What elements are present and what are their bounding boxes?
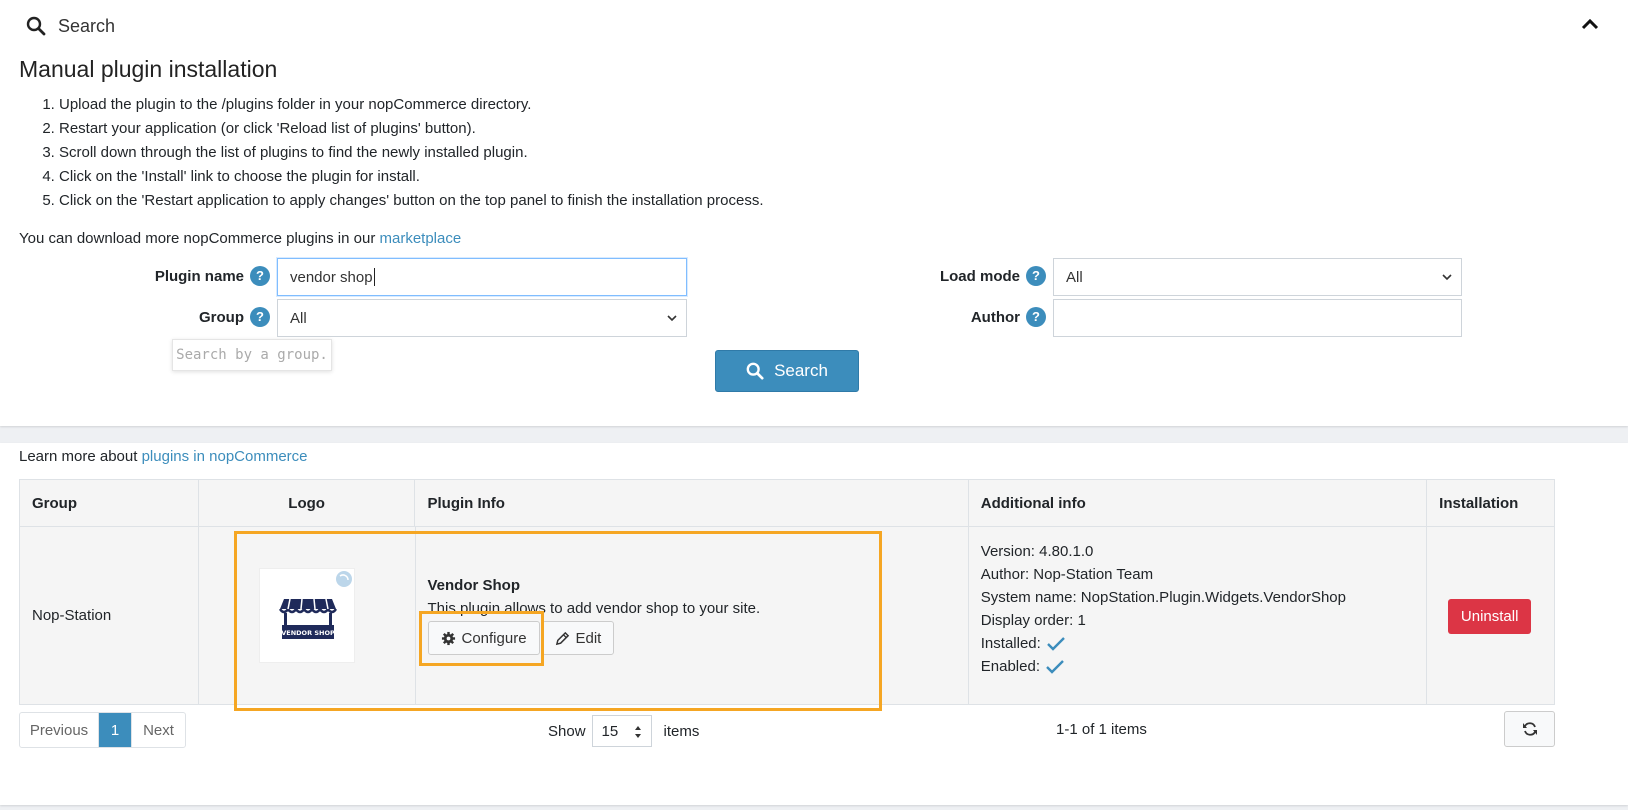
list-item: Upload the plugin to the /plugins folder… — [59, 93, 764, 117]
additional-info: Version: 4.80.1.0 Author: Nop-Station Te… — [981, 540, 1346, 678]
plugin-info-cell: Vendor Shop This plugin allows to add ve… — [416, 527, 969, 704]
plugin-display-order: Display order: 1 — [980, 612, 1086, 629]
group-tooltip: Search by a group. — [172, 339, 332, 371]
refresh-icon — [1522, 722, 1537, 736]
list-item: Click on the 'Install' link to choose th… — [59, 165, 764, 189]
text-caret — [373, 268, 375, 286]
plugin-name-label-text: Plugin name — [154, 267, 244, 285]
help-icon[interactable]: ? — [1026, 266, 1046, 286]
column-header-group[interactable]: Group — [20, 480, 199, 526]
author-label-text: Author — [970, 308, 1020, 326]
table-row: Nop-Station VENDOR SHOP Vendor Shop This… — [20, 527, 1554, 704]
install-steps: Upload the plugin to the /plugins folder… — [19, 93, 764, 213]
marketplace-link[interactable]: marketplace — [380, 230, 462, 247]
help-icon[interactable]: ? — [250, 266, 270, 286]
list-item: Scroll down through the list of plugins … — [59, 141, 764, 165]
plugin-description: This plugin allows to add vendor shop to… — [427, 600, 761, 617]
chevron-down-icon — [1442, 274, 1452, 281]
installed-status: Installed: — [981, 632, 1346, 655]
learn-more-note: Learn more about plugins in nopCommerce — [19, 448, 308, 465]
plugin-name: Vendor Shop — [427, 577, 521, 594]
chevron-up-icon[interactable] — [1578, 12, 1602, 36]
download-text: You can download more nopCommerce plugin… — [19, 230, 376, 247]
load-mode-select[interactable]: All — [1053, 258, 1462, 296]
list-item: Click on the 'Restart application to app… — [59, 189, 764, 213]
download-note: You can download more nopCommerce plugin… — [19, 230, 461, 247]
plugins-table: Group Logo Plugin Info Additional info I… — [19, 479, 1555, 705]
plugin-version: Version: 4.80.1.0 — [980, 543, 1094, 560]
search-panel-title: Search — [58, 15, 116, 36]
search-button[interactable]: Search — [715, 350, 859, 392]
page-size-select[interactable]: 15 — [591, 715, 652, 747]
plugin-name-label: Plugin name ? — [100, 257, 270, 295]
configure-button[interactable]: Configure — [427, 621, 540, 655]
search-icon — [26, 16, 46, 36]
enabled-label: Enabled: — [980, 658, 1040, 675]
search-panel: Search Manual plugin installation Upload… — [0, 0, 1628, 426]
help-icon[interactable]: ? — [1026, 307, 1046, 327]
configure-label: Configure — [461, 629, 527, 647]
items-count: 1-1 of 1 items — [1056, 721, 1147, 738]
group-select[interactable]: All — [277, 299, 687, 337]
group-cell: Nop-Station — [20, 527, 199, 704]
load-mode-label-text: Load mode — [939, 267, 1020, 285]
list-item: Restart your application (or click 'Relo… — [59, 117, 764, 141]
column-header-plugin-info[interactable]: Plugin Info — [415, 480, 969, 526]
group-select-value: All — [290, 309, 307, 327]
load-mode-label: Load mode ? — [870, 257, 1046, 295]
column-header-additional-info[interactable]: Additional info — [969, 480, 1428, 526]
plugin-system-name: System name: NopStation.Plugin.Widgets.V… — [980, 589, 1346, 606]
learn-more-text: Learn more about — [19, 448, 138, 465]
check-icon — [1047, 637, 1065, 651]
next-page-button[interactable]: Next — [132, 713, 185, 747]
edit-button[interactable]: Edit — [541, 621, 615, 655]
vendor-shop-logo: VENDOR SHOP — [278, 571, 352, 639]
edit-label: Edit — [575, 629, 602, 647]
pencil-icon — [555, 631, 569, 645]
refresh-button[interactable] — [1504, 711, 1555, 747]
logo-cell: VENDOR SHOP — [199, 527, 416, 704]
search-panel-header[interactable]: Search — [26, 12, 115, 40]
page-button-1[interactable]: 1 — [99, 713, 132, 747]
page-size-value: 15 — [601, 722, 619, 740]
column-header-logo[interactable]: Logo — [199, 480, 416, 526]
plugin-author: Author: Nop-Station Team — [980, 566, 1154, 583]
installation-cell: Uninstall — [1427, 527, 1554, 704]
group-label-text: Group — [199, 308, 244, 326]
plugin-logo: VENDOR SHOP — [258, 568, 355, 663]
additional-info-cell: Version: 4.80.1.0 Author: Nop-Station Te… — [969, 527, 1428, 704]
load-mode-value: All — [1066, 268, 1083, 286]
page-size-control: Show 15 items — [548, 715, 699, 747]
search-button-label: Search — [774, 361, 828, 380]
page-title: Manual plugin installation — [19, 56, 278, 82]
logo-text: VENDOR SHOP — [281, 629, 335, 637]
installed-label: Installed: — [980, 635, 1041, 652]
items-label: items — [663, 722, 700, 740]
author-input[interactable] — [1053, 299, 1462, 337]
enabled-status: Enabled: — [981, 655, 1346, 678]
show-label: Show — [548, 722, 586, 740]
help-icon[interactable]: ? — [250, 307, 270, 327]
table-header: Group Logo Plugin Info Additional info I… — [20, 480, 1554, 527]
gear-icon — [441, 631, 455, 645]
author-label: Author ? — [870, 298, 1046, 336]
chevron-down-icon — [667, 315, 677, 322]
group-label: Group ? — [100, 298, 270, 336]
previous-page-button[interactable]: Previous — [20, 713, 99, 747]
search-icon — [746, 362, 764, 380]
sort-arrows-icon — [634, 726, 641, 738]
uninstall-button[interactable]: Uninstall — [1448, 599, 1532, 634]
pagination: Previous 1 Next — [19, 712, 186, 748]
check-icon — [1046, 660, 1065, 674]
column-header-installation[interactable]: Installation — [1427, 480, 1554, 526]
plugin-name-input[interactable]: vendor shop — [277, 258, 687, 296]
plugins-docs-link[interactable]: plugins in nopCommerce — [142, 448, 308, 465]
plugin-name-value: vendor shop — [290, 268, 373, 286]
